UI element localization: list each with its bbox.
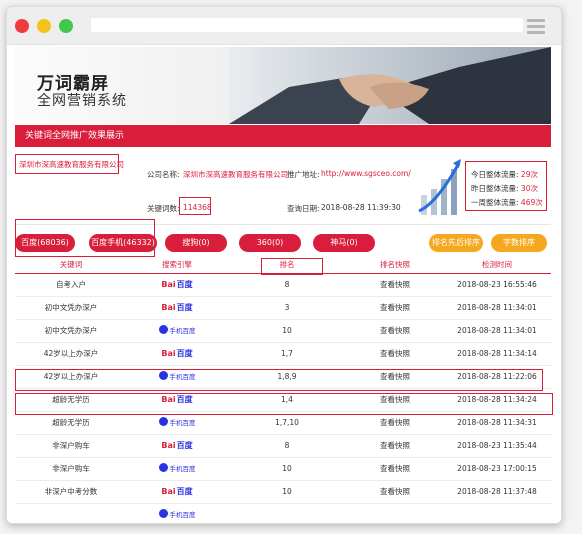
query-date-label: 查询日期:: [287, 204, 320, 213]
engine-cell: Bai 百度: [127, 480, 227, 504]
engine-cell: Bai 百度: [127, 296, 227, 320]
keyword-cell: 初中文凭办深户: [15, 319, 127, 343]
engine-cell: Bai 百度: [127, 273, 227, 297]
time-cell: 2018-08-23 11:35:44: [443, 434, 551, 458]
engine-tabs: 百度(68036) 百度手机(46332) 搜狗(0) 360(0) 神马(0)…: [15, 231, 551, 255]
browser-window: 万词霸屏 全网营销系统 关键词全网推广效果展示 深圳市深高速教育服务有限公司 公…: [6, 6, 562, 524]
keyword-cell: 非深户购车: [15, 457, 127, 481]
sort-by-rank-button[interactable]: 排名先后排序: [429, 234, 483, 252]
engine-cell: Bai 百度: [127, 434, 227, 458]
keyword-cell: 初中文凭办深户: [15, 296, 127, 320]
info-panel: 深圳市深高速教育服务有限公司 公司名称: 深圳市深高速教育服务有限公司 推广地址…: [15, 147, 551, 225]
query-date-value: 2018-08-28 11:39:30: [321, 203, 401, 212]
hamburger-menu-icon[interactable]: [527, 19, 545, 37]
table-row: 自考入户 Bai 百度 8 查看快照 2018-08-23 16:55:46: [15, 273, 551, 297]
company-value: 深圳市深高速教育服务有限公司: [183, 170, 288, 179]
col-time: 检测时间: [443, 257, 551, 274]
handshake-image: [229, 47, 551, 124]
tab-360[interactable]: 360(0): [239, 234, 301, 252]
baidu-logo-icon: Bai 百度: [161, 303, 193, 312]
table-row: 初中文凭办深户 手机百度 10 查看快照 2018-08-28 11:34:01: [15, 319, 551, 343]
time-cell: [443, 503, 551, 523]
tab-shenma[interactable]: 神马(0): [313, 234, 375, 252]
header-banner: 万词霸屏 全网营销系统: [15, 47, 551, 124]
baidu-logo-icon: Bai 百度: [161, 280, 193, 289]
time-cell: 2018-08-28 11:37:48: [443, 480, 551, 504]
rank-cell: 10: [227, 480, 347, 504]
highlight-box: [15, 393, 553, 415]
address-bar[interactable]: [91, 18, 523, 32]
baidu-mobile-logo-icon: 手机百度: [158, 417, 196, 427]
engine-cell: 手机百度: [127, 457, 227, 481]
keyword-cell: [15, 503, 127, 523]
url-link[interactable]: http://www.sgsceo.com/: [321, 169, 411, 178]
baidu-logo-icon: Bai 百度: [161, 441, 193, 450]
sort-by-length-button[interactable]: 字数排序: [491, 234, 547, 252]
table-row: 手机百度: [15, 503, 551, 523]
col-snapshot: 排名快照: [347, 257, 443, 274]
time-cell: 2018-08-23 17:00:15: [443, 457, 551, 481]
col-engine: 搜索引擎: [127, 257, 227, 274]
table-row: 非深户购车 Bai 百度 8 查看快照 2018-08-23 11:35:44: [15, 434, 551, 458]
highlight-box: [15, 369, 543, 391]
maximize-dot-icon[interactable]: [59, 18, 73, 33]
growth-chart-icon: [418, 159, 461, 215]
rank-cell: 10: [227, 457, 347, 481]
highlight-box: [15, 154, 119, 174]
table-row: 非深户购车 手机百度 10 查看快照 2018-08-23 17:00:15: [15, 457, 551, 481]
table-row: 42岁以上办深户 Bai 百度 1,7 查看快照 2018-08-28 11:34:14: [15, 342, 551, 366]
snapshot-link[interactable]: [347, 503, 443, 523]
col-keyword: 关键词: [15, 257, 127, 274]
time-cell: 2018-08-28 11:34:01: [443, 319, 551, 343]
rank-cell: 3: [227, 296, 347, 320]
engine-cell: 手机百度: [127, 503, 227, 523]
url-label: 推广地址:: [287, 170, 320, 179]
baidu-mobile-logo-icon: 手机百度: [158, 325, 196, 335]
keyword-cell: 非深户购车: [15, 434, 127, 458]
snapshot-link[interactable]: 查看快照: [347, 457, 443, 481]
highlight-box: [465, 161, 547, 211]
keyword-cell: 非深户中考分数: [15, 480, 127, 504]
snapshot-link[interactable]: 查看快照: [347, 434, 443, 458]
baidu-mobile-logo-icon: 手机百度: [158, 463, 196, 473]
company-label: 公司名称:: [147, 170, 180, 179]
keyword-cell: 自考入户: [15, 273, 127, 297]
engine-cell: 手机百度: [127, 319, 227, 343]
baidu-mobile-logo-icon: 手机百度: [158, 509, 196, 519]
table-row: 非深户中考分数 Bai 百度 10 查看快照 2018-08-28 11:37:48: [15, 480, 551, 504]
snapshot-link[interactable]: 查看快照: [347, 296, 443, 320]
minimize-dot-icon[interactable]: [37, 18, 51, 33]
section-title-bar: 关键词全网推广效果展示: [15, 125, 551, 147]
highlight-box: [179, 197, 211, 215]
tab-baidu-mobile[interactable]: 百度手机(46332): [89, 234, 157, 252]
tab-baidu[interactable]: 百度(68036): [15, 234, 75, 252]
close-dot-icon[interactable]: [15, 18, 29, 33]
banner-subtitle: 全网营销系统: [37, 93, 127, 109]
rank-cell: 1,7: [227, 342, 347, 366]
tab-sogou[interactable]: 搜狗(0): [165, 234, 227, 252]
time-cell: 2018-08-23 16:55:46: [443, 273, 551, 297]
highlight-box: [261, 258, 323, 275]
time-cell: 2018-08-28 11:34:14: [443, 342, 551, 366]
baidu-logo-icon: Bai 百度: [161, 487, 193, 496]
keyword-cell: 42岁以上办深户: [15, 342, 127, 366]
window-titlebar: [7, 7, 561, 45]
rank-cell: 8: [227, 434, 347, 458]
rank-cell: 10: [227, 319, 347, 343]
keyword-count-label: 关键词数:: [147, 204, 180, 213]
snapshot-link[interactable]: 查看快照: [347, 342, 443, 366]
baidu-logo-icon: Bai 百度: [161, 349, 193, 358]
snapshot-link[interactable]: 查看快照: [347, 273, 443, 297]
snapshot-link[interactable]: 查看快照: [347, 480, 443, 504]
rank-cell: 8: [227, 273, 347, 297]
time-cell: 2018-08-28 11:34:01: [443, 296, 551, 320]
table-row: 初中文凭办深户 Bai 百度 3 查看快照 2018-08-28 11:34:01: [15, 296, 551, 320]
rank-cell: [227, 503, 347, 523]
snapshot-link[interactable]: 查看快照: [347, 319, 443, 343]
engine-cell: Bai 百度: [127, 342, 227, 366]
